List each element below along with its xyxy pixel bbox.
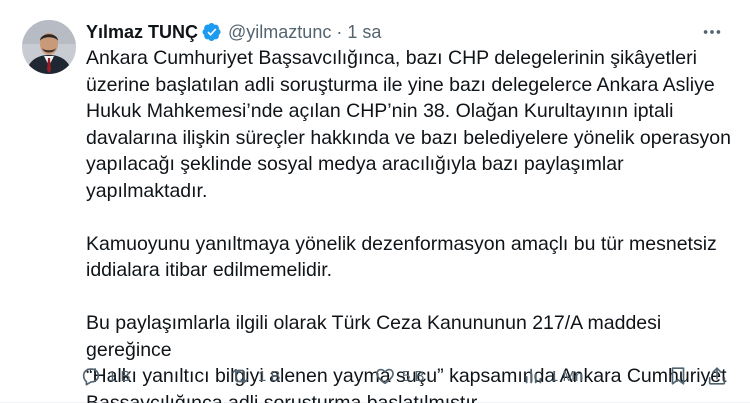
like-button[interactable]: 5 B [374, 361, 425, 391]
like-count: 5 B [402, 367, 425, 385]
verified-badge-icon[interactable] [202, 22, 222, 42]
repost-count: 1 B [258, 367, 281, 385]
repost-button[interactable]: 1 B [228, 361, 281, 391]
bookmark-button[interactable] [667, 361, 689, 391]
views-button[interactable]: 1 Mn [522, 361, 583, 391]
bookmark-icon [667, 365, 689, 387]
reply-count: 1 B [108, 367, 131, 385]
tweet[interactable]: Yılmaz TUNÇ @yilmaztunc · 1 sa Ankara Cu… [0, 0, 750, 403]
tweet-paragraph: Kamuoyunu yanıltmaya yönelik dezenformas… [86, 232, 717, 282]
reply-icon [80, 365, 102, 387]
share-icon [706, 365, 728, 387]
author-handle[interactable]: @yilmaztunc [228, 22, 331, 43]
tweet-actions: 1 B 1 B 5 B 1 Mn [80, 361, 730, 391]
tweet-text: Ankara Cumhuriyet Başsavcılığınca, bazı … [86, 45, 736, 403]
timestamp[interactable]: 1 sa [347, 22, 381, 43]
like-icon [374, 365, 396, 387]
more-icon[interactable] [698, 20, 726, 44]
tweet-paragraph: Ankara Cumhuriyet Başsavcılığınca, bazı … [86, 47, 731, 202]
reply-button[interactable]: 1 B [80, 361, 131, 391]
repost-icon [228, 365, 252, 387]
share-button[interactable] [706, 361, 728, 391]
views-icon [522, 365, 544, 387]
view-count: 1 Mn [550, 367, 584, 385]
tweet-header: Yılmaz TUNÇ @yilmaztunc · 1 sa [86, 20, 734, 44]
avatar[interactable] [22, 20, 76, 74]
separator-dot: · [336, 21, 343, 42]
author-name[interactable]: Yılmaz TUNÇ [86, 22, 198, 43]
